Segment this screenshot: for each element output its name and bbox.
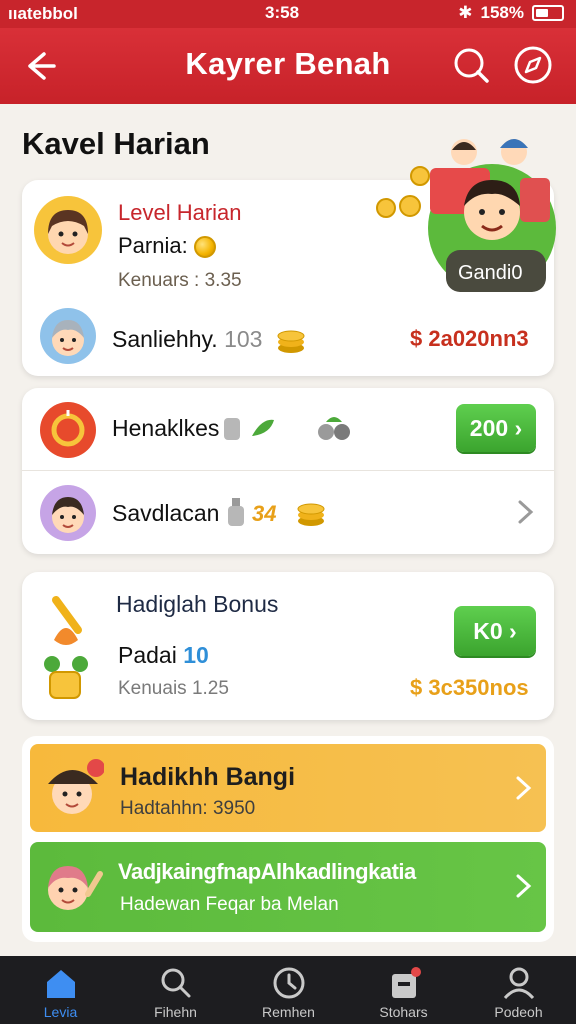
battery-icon [532,5,564,21]
home-icon [47,970,75,998]
task-row1-label: Henaklkes [112,415,220,441]
chevron-right-icon[interactable] [516,498,536,526]
status-bar: ııatebbol 3:58 ✱ 158% [0,0,576,28]
tab-podeoh[interactable]: Podeoh [461,956,576,1024]
banner-avatar-icon [48,759,104,814]
banner-avatar-icon [48,866,103,910]
level-line1-label: Parnia: [118,233,188,258]
banner1-subtitle: Hadtahhn: 3950 [120,798,256,819]
hero-badge: Gandi0 [458,262,523,284]
bonus-button[interactable]: K0 › [454,606,536,656]
bonus-amount: $ 3c350nos [410,675,529,700]
chevron-right-icon [516,874,532,898]
hero-illustration: Gandi0 [372,116,562,296]
coin-stack-icon [277,330,305,353]
bluetooth-icon: ✱ [458,3,473,22]
app-bar: Kayrer Benah [0,28,576,104]
banner2-title: VadjkaingfnapAlhkadlingkatia [118,859,416,884]
tasks-card: Henaklkes 200 › Savdlacan 34 [22,388,554,554]
girl-avatar [34,196,102,264]
clock: 3:58 [265,3,300,22]
search-icon[interactable] [450,44,492,86]
chevron-right-icon [516,776,532,800]
bonus-title: Hadiglah Bonus [116,591,279,617]
coin-stack-icon [297,503,325,526]
tab-label: Stohars [379,1004,428,1020]
tab-remhen[interactable]: Remhen [231,956,346,1024]
potion-icons [224,417,350,440]
task-row1-button-label: 200 [469,415,509,441]
page-heading: Kavel Harian [22,126,210,161]
task-row2-value: 34 [252,501,277,526]
banner1-title: Hadikhh Bangi [120,763,296,791]
search-icon [161,968,191,998]
coin-icon [193,236,216,259]
level-line1: Parnia: [118,233,216,259]
tab-label: Remhen [262,1004,315,1020]
orange-banner[interactable]: Hadikhh Bangi Hadtahhn: 3950 [30,744,546,832]
bottom-tab-bar: Levia Fihehn Remhen Stohars Podeoh [0,956,576,1024]
tab-fihehn[interactable]: Fihehn [118,956,233,1024]
bonus-line1-value: 10 [183,642,209,668]
tab-levia[interactable]: Levia [3,956,118,1024]
tab-label: Fihehn [154,1004,197,1020]
task-row1-button[interactable]: 200 › [456,404,536,452]
tab-label: Podeoh [494,1004,543,1020]
bonus-line2: Kenuais 1.25 [118,678,229,699]
clock-icon [273,967,305,999]
timer-icon [40,402,96,458]
compass-icon[interactable] [512,44,554,86]
level-row-label: Sanliehhy. [112,326,218,352]
profile-icon [503,967,535,1000]
level-line2: Kenuars : 3.35 [118,270,242,291]
level-row: Sanliehhy. 103 [112,326,262,353]
tab-stohars[interactable]: Stohars [346,956,461,1024]
boy-avatar [40,308,96,364]
task-row2-label[interactable]: Savdlacan [112,500,219,527]
banner2-subtitle: Hadewan Feqar ba Melan [120,894,339,915]
carrier-label: ııatebbol [8,4,78,23]
level-title: Level Harian [118,200,242,225]
level-amount: $ 2a020nn3 [410,326,529,351]
store-icon [392,967,421,998]
row-divider [22,470,554,471]
battery-percent: 158% [480,3,524,22]
bonus-line1-label: Padai [118,642,177,668]
bonus-button-label: K0 [473,618,503,644]
bottle-icon [228,498,244,526]
level-row-value: 103 [224,326,263,352]
bonus-reward-icon [44,596,88,699]
green-banner[interactable]: VadjkaingfnapAlhkadlingkatia Hadewan Feq… [30,842,546,932]
boy-avatar-purple[interactable] [40,485,96,541]
tab-label: Levia [43,1004,78,1020]
bonus-card: Hadiglah Bonus Padai 10 Kenuais 1.25 K0 … [22,572,554,720]
bonus-line1: Padai 10 [118,642,209,669]
